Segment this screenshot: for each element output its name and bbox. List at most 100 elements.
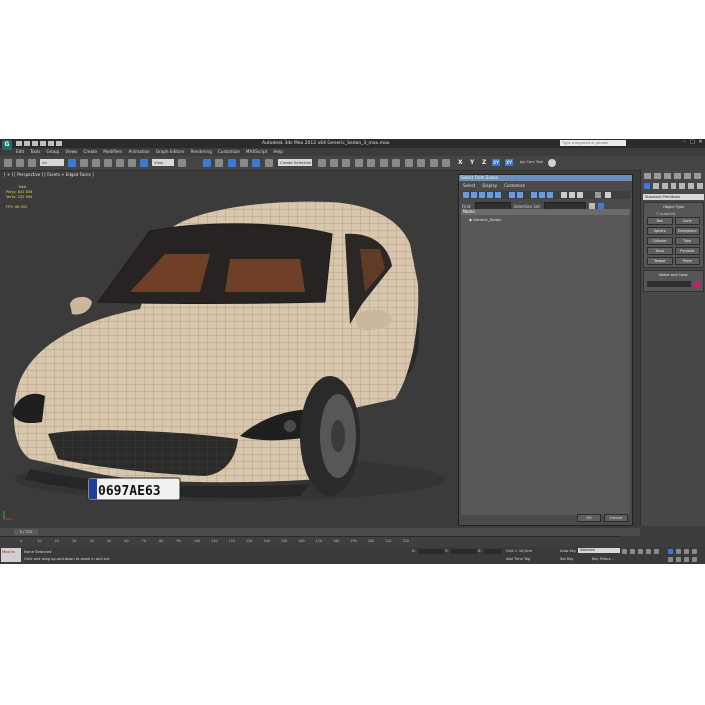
geometry-icon[interactable] (644, 183, 650, 189)
cylinder-button[interactable]: Cylinder (647, 237, 673, 245)
maximize-button[interactable]: □ (690, 140, 695, 145)
name-column-header[interactable]: Name (461, 209, 630, 215)
menu-customize[interactable]: Customize (218, 149, 240, 154)
select-all-icon[interactable] (531, 192, 537, 198)
link-icon[interactable] (16, 159, 24, 167)
graphite-toggle-icon[interactable] (355, 159, 363, 167)
auto-key-button[interactable]: Auto Key (560, 549, 576, 553)
orbit-icon[interactable] (684, 557, 689, 562)
object-name-input[interactable] (647, 281, 691, 287)
align-icon[interactable] (330, 159, 338, 167)
snaps-toggle-icon[interactable] (228, 159, 236, 167)
go-to-end-icon[interactable] (654, 549, 659, 554)
helpers-icon[interactable] (679, 183, 686, 189)
menu-modifiers[interactable]: Modifiers (103, 149, 122, 154)
torus-button[interactable]: Torus (647, 247, 673, 255)
display-children-icon[interactable] (561, 192, 567, 198)
render-setup-icon[interactable] (405, 159, 413, 167)
filter-lights-icon[interactable] (479, 192, 485, 198)
pan-icon[interactable] (676, 557, 681, 562)
spacewarps-icon[interactable] (688, 183, 695, 189)
rendered-frame-icon[interactable] (417, 159, 425, 167)
teapot-button[interactable]: Teapot (647, 257, 673, 265)
select-object-icon[interactable] (68, 159, 76, 167)
menu-rendering[interactable]: Rendering (190, 149, 211, 154)
key-filters-button[interactable]: Key Filters... (592, 557, 614, 561)
project-folder-icon[interactable] (56, 141, 62, 146)
menu-customize[interactable]: Customize (504, 183, 525, 188)
cancel-button[interactable]: Cancel (604, 514, 628, 522)
previous-frame-icon[interactable] (630, 549, 635, 554)
cam-tool-label[interactable]: Joy Cam Tool (520, 160, 543, 164)
rotate-icon[interactable] (128, 159, 136, 167)
ok-button[interactable]: OK (577, 514, 601, 522)
display-tab-icon[interactable] (684, 173, 691, 179)
layer-manager-icon[interactable] (342, 159, 350, 167)
filter-helpers-icon[interactable] (495, 192, 501, 198)
scene-object-list[interactable]: Name ◆ Generic_Sedan (461, 209, 630, 515)
cam-tool-icon[interactable] (548, 159, 556, 167)
render-iterative-icon[interactable] (442, 159, 450, 167)
object-type-title[interactable]: Object Type (644, 205, 703, 209)
menu-group[interactable]: Group (46, 149, 59, 154)
hierarchy-tab-icon[interactable] (664, 173, 671, 179)
scale-icon[interactable] (140, 159, 148, 167)
modify-tab-icon[interactable] (654, 173, 661, 179)
save-icon[interactable] (32, 141, 38, 146)
undo-icon[interactable] (40, 141, 46, 146)
bind-space-warp-icon[interactable] (28, 159, 36, 167)
filter-shapes-icon[interactable] (471, 192, 477, 198)
display-subtree-icon[interactable] (577, 192, 583, 198)
box-button[interactable]: Box (647, 217, 673, 225)
x-coord-field[interactable] (418, 549, 444, 554)
name-color-title[interactable]: Name and Color (644, 273, 703, 277)
keyboard-shortcut-icon[interactable] (215, 159, 223, 167)
app-logo-icon[interactable]: G (2, 140, 12, 150)
filter-options-icon[interactable] (595, 192, 601, 198)
filter-groups-icon[interactable] (517, 192, 523, 198)
select-none-icon[interactable] (539, 192, 545, 198)
select-manipulate-icon[interactable] (203, 159, 211, 167)
play-icon[interactable] (638, 549, 643, 554)
list-item[interactable]: ◆ Generic_Sedan (461, 217, 630, 222)
menu-help[interactable]: Help (273, 149, 283, 154)
redo-icon[interactable] (48, 141, 54, 146)
time-slider[interactable]: 0 / 225 (14, 529, 38, 535)
axis-xy-plane-button[interactable]: XY (505, 159, 513, 166)
axis-z-button[interactable]: Z (482, 159, 486, 166)
pyramid-button[interactable]: Pyramid (674, 247, 700, 255)
geosphere-button[interactable]: GeoSphere (674, 227, 700, 235)
mirror-icon[interactable] (318, 159, 326, 167)
minimize-button[interactable]: – (682, 140, 687, 145)
key-mode-dropdown[interactable]: Selected (578, 548, 620, 553)
sphere-button[interactable]: Sphere (647, 227, 673, 235)
add-time-tag-button[interactable]: Add Time Tag (506, 557, 530, 561)
motion-tab-icon[interactable] (674, 173, 681, 179)
z-coord-field[interactable] (484, 549, 502, 554)
reference-coord-dropdown[interactable]: View (152, 159, 174, 166)
tube-button[interactable]: Tube (674, 237, 700, 245)
schematic-view-icon[interactable] (380, 159, 388, 167)
zoom-all-icon[interactable] (676, 549, 681, 554)
menu-select[interactable]: Select (463, 183, 475, 188)
menu-tools[interactable]: Tools (30, 149, 40, 154)
rect-selection-icon[interactable] (92, 159, 100, 167)
axis-y-button[interactable]: Y (470, 159, 474, 166)
window-crossing-icon[interactable] (104, 159, 112, 167)
lights-icon[interactable] (661, 183, 668, 189)
menu-edit[interactable]: Edit (16, 149, 24, 154)
menu-maxscript[interactable]: MAXScript (246, 149, 268, 154)
selection-filter-dropdown[interactable]: All (40, 159, 64, 166)
search-input[interactable] (560, 140, 626, 146)
zoom-extents-all-icon[interactable] (692, 549, 697, 554)
display-influences-icon[interactable] (569, 192, 575, 198)
shapes-icon[interactable] (652, 183, 659, 189)
move-icon[interactable] (116, 159, 124, 167)
menu-views[interactable]: Views (65, 149, 77, 154)
zoom-icon[interactable] (668, 549, 673, 554)
render-production-icon[interactable] (430, 159, 438, 167)
new-icon[interactable] (16, 141, 22, 146)
next-frame-icon[interactable] (646, 549, 651, 554)
set-key-button[interactable]: Set Key (560, 557, 574, 561)
close-button[interactable]: ✕ (698, 140, 703, 145)
